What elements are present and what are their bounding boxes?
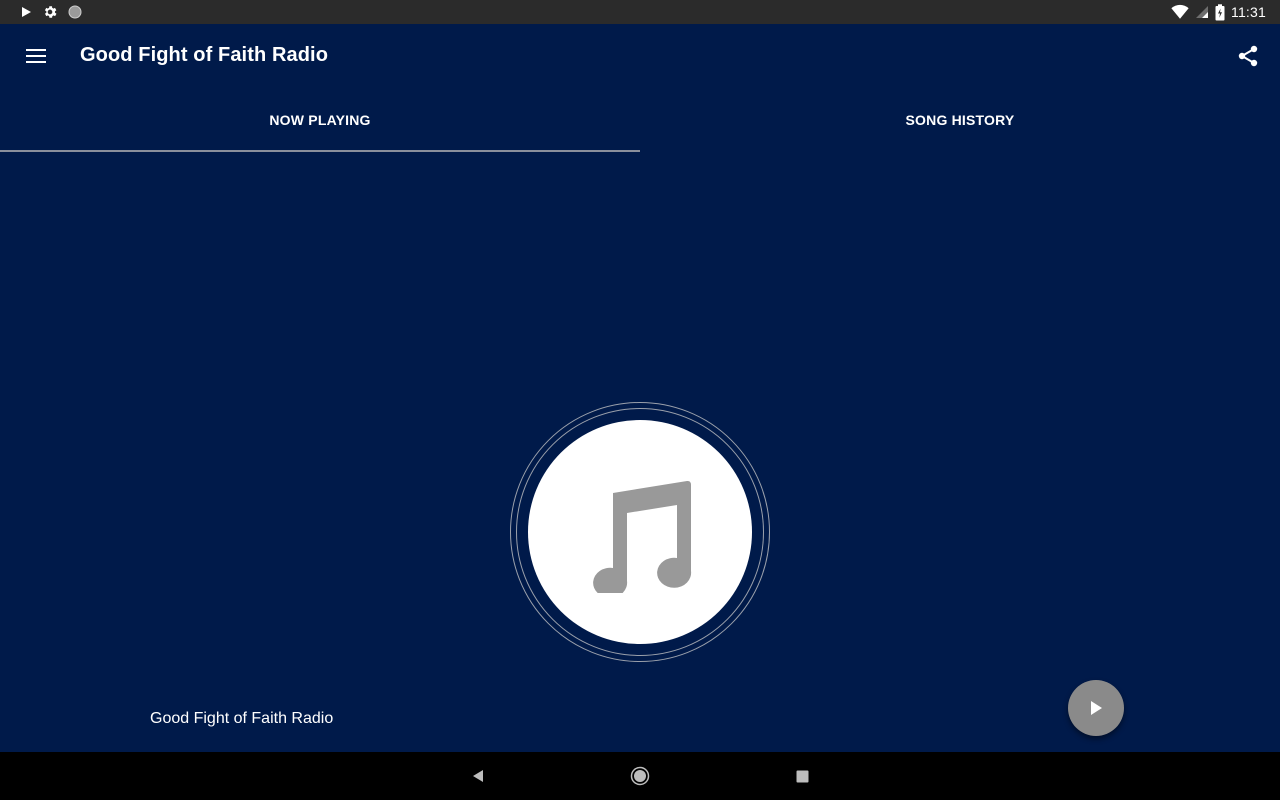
play-icon xyxy=(1091,701,1102,715)
tab-song-history-label: SONG HISTORY xyxy=(905,112,1015,128)
album-artwork xyxy=(510,402,770,662)
share-icon xyxy=(1238,45,1258,67)
music-note-icon xyxy=(593,480,692,593)
app-title: Good Fight of Faith Radio xyxy=(80,44,329,66)
tab-now-playing-label: NOW PLAYING xyxy=(269,112,371,128)
artwork-disc xyxy=(528,420,752,644)
home-icon xyxy=(630,766,650,786)
recents-button[interactable] xyxy=(790,764,814,788)
play-button[interactable] xyxy=(1068,680,1124,736)
circle-icon xyxy=(68,5,82,19)
navigation-bar xyxy=(0,752,1280,800)
settings-icon xyxy=(44,6,57,18)
station-name: Good Fight of Faith Radio xyxy=(150,710,334,727)
hamburger-menu-icon xyxy=(26,49,46,63)
home-button[interactable] xyxy=(628,764,652,788)
status-bar-system: 11:31 xyxy=(1171,3,1266,21)
back-icon xyxy=(473,770,483,782)
menu-button[interactable] xyxy=(16,38,56,74)
share-button[interactable] xyxy=(1232,38,1264,74)
battery-charging-icon xyxy=(1215,3,1225,20)
back-button[interactable] xyxy=(466,764,490,788)
wifi-icon xyxy=(1171,4,1189,19)
status-bar: 11:31 xyxy=(0,0,1280,24)
recents-icon xyxy=(796,770,808,782)
tab-song-history[interactable]: SONG HISTORY xyxy=(640,88,1280,152)
signal-icon xyxy=(1196,6,1208,18)
status-bar-notifications xyxy=(20,4,82,20)
tab-now-playing[interactable]: NOW PLAYING xyxy=(0,88,640,152)
play-icon xyxy=(22,7,31,17)
tab-selected-indicator xyxy=(0,150,640,152)
app-bar: Good Fight of Faith Radio xyxy=(0,24,1280,88)
tab-bar: NOW PLAYING SONG HISTORY xyxy=(0,88,1280,152)
status-time: 11:31 xyxy=(1231,4,1266,20)
